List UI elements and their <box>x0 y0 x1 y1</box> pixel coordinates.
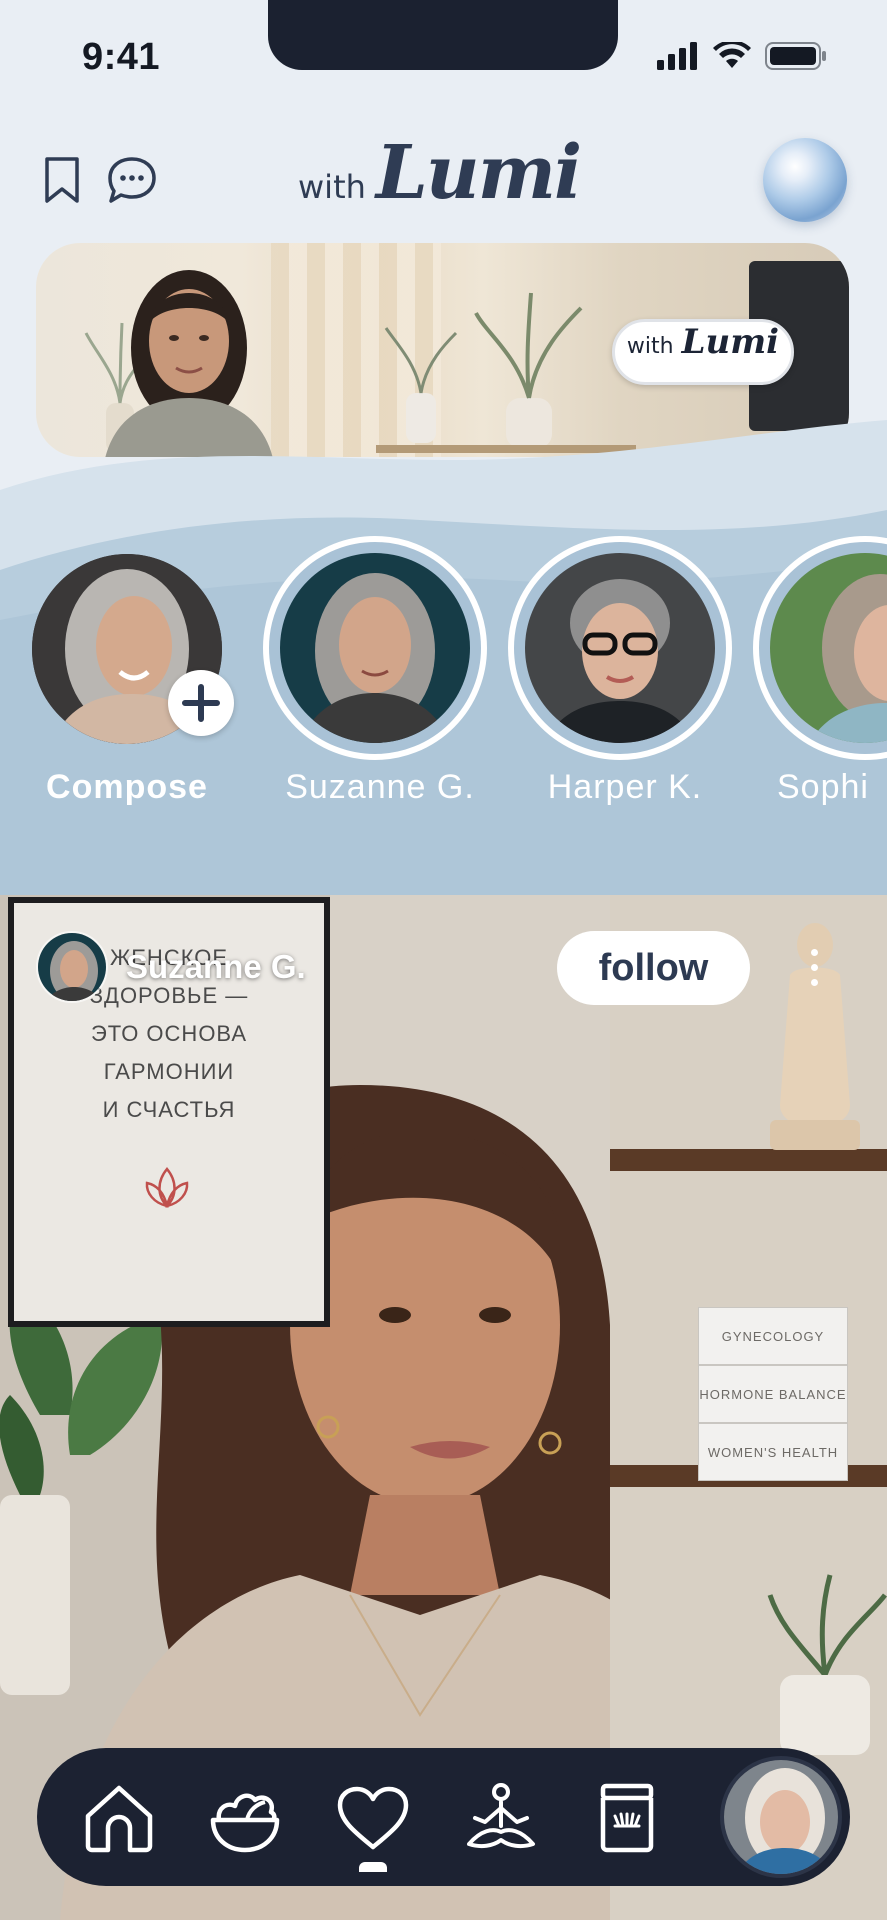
shelf-plant-image <box>767 1574 887 1755</box>
wifi-icon <box>713 42 751 68</box>
harper-avatar <box>525 553 715 743</box>
story-label-compose: Compose <box>46 768 208 806</box>
compose-plus-button[interactable] <box>168 670 234 736</box>
profile-avatar[interactable] <box>720 1756 842 1878</box>
bottom-navigation <box>37 1748 850 1886</box>
story-label-sophi: Sophi <box>777 768 869 806</box>
story-label-harper: Harper K. <box>547 768 703 806</box>
post-author[interactable]: Suzanne G. <box>36 931 306 1003</box>
more-dot-icon <box>810 978 818 986</box>
stories-row: Compose Suzanne G. Harper K. Sophi <box>0 532 887 822</box>
hero-lumi-badge[interactable]: with Lumi <box>612 319 794 385</box>
logo-with-text: with <box>298 168 366 206</box>
poster-line: ЭТО ОСНОВА <box>90 1021 248 1046</box>
app-header: with Lumi <box>0 120 887 240</box>
suzanne-avatar-image <box>280 553 470 743</box>
status-icons <box>657 42 827 70</box>
signal-icon <box>657 42 697 70</box>
meditation-icon <box>467 1783 535 1849</box>
post-author-avatar[interactable] <box>36 931 108 1003</box>
nav-home[interactable] <box>79 1778 159 1858</box>
shelf-board <box>610 1149 887 1171</box>
lotus-icon <box>145 1167 189 1208</box>
chat-bubble-icon <box>108 157 156 203</box>
story-label-suzanne: Suzanne G. <box>285 768 475 806</box>
book-gynecology: GYNECOLOGY <box>698 1307 848 1365</box>
poster-line: ГАРМОНИИ <box>103 1059 235 1084</box>
more-dot-icon <box>810 948 818 956</box>
plus-icon <box>182 684 220 722</box>
heart-icon <box>337 1786 409 1850</box>
nav-favorites[interactable] <box>333 1778 413 1858</box>
app-logo: with Lumi <box>298 130 582 216</box>
profile-avatar-image <box>724 1760 838 1874</box>
book-hormone-balance: HORMONE BALANCE <box>698 1365 848 1423</box>
assistant-orb-icon[interactable] <box>763 138 847 222</box>
post-author-avatar-image <box>38 933 106 1001</box>
status-time: 9:41 <box>82 36 161 78</box>
harper-avatar-image <box>525 553 715 743</box>
bookmark-button[interactable] <box>32 150 92 210</box>
nav-active-indicator <box>359 1862 387 1872</box>
post-author-name[interactable]: Suzanne G. <box>126 948 306 986</box>
book-womens-health: WOMEN'S HEALTH <box>698 1423 848 1481</box>
badge-name-text: Lumi <box>681 322 780 362</box>
salad-bowl-icon <box>210 1793 280 1853</box>
logo-name-text: Lumi <box>375 130 582 216</box>
badge-with-text: with <box>626 334 674 359</box>
more-dot-icon <box>810 963 818 971</box>
follow-button[interactable]: follow <box>557 931 750 1005</box>
nav-wellness[interactable] <box>461 1778 541 1858</box>
home-icon <box>85 1785 153 1853</box>
jar-icon <box>600 1783 654 1853</box>
device-notch <box>268 0 618 70</box>
suzanne-avatar <box>280 553 470 743</box>
messages-button[interactable] <box>102 150 162 210</box>
nav-nutrition[interactable] <box>205 1778 285 1858</box>
battery-icon <box>765 42 826 70</box>
nav-pantry[interactable] <box>587 1778 667 1858</box>
poster-line: И СЧАСТЬЯ <box>102 1097 236 1122</box>
more-options-button[interactable] <box>796 937 832 997</box>
status-bar: 9:41 <box>0 0 887 100</box>
bookmark-icon <box>45 157 79 203</box>
